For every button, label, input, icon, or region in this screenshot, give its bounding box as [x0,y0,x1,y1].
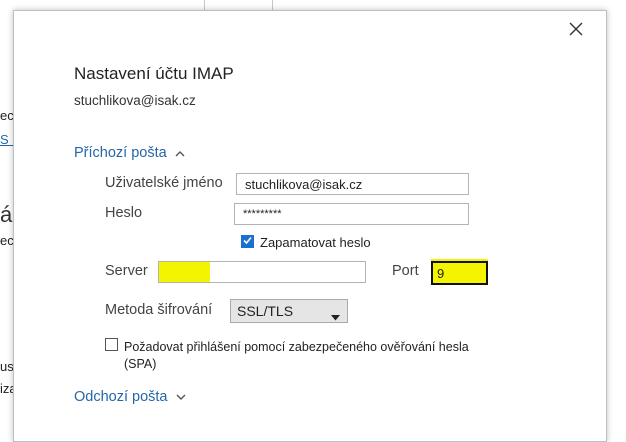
background-divider [204,0,205,10]
password-label: Heslo [105,205,143,221]
caret-down-icon [331,308,340,324]
account-email: stuchlikova@isak.cz [74,93,196,108]
spa-label-line2: (SPA) [124,357,157,371]
outgoing-mail-label: Odchozí pošta [74,389,168,405]
spa-label-line1: Požadovat přihlášení pomocí zabezpečenéh… [124,340,469,354]
chevron-down-icon [176,389,186,405]
checkmark-icon [242,233,253,251]
server-highlight [159,262,210,282]
encryption-method-value: SSL/TLS [237,303,294,319]
password-input[interactable] [234,203,469,225]
encryption-method-label: Metoda šifrování [105,302,213,318]
outgoing-mail-header[interactable]: Odchozí pošta [74,389,186,405]
remember-password-label: Zapamatovat heslo [260,235,371,250]
dialog-title: Nastavení účtu IMAP [74,64,234,83]
username-label: Uživatelské jméno [105,175,223,191]
incoming-mail-header[interactable]: Příchozí pošta [74,145,185,161]
chevron-up-icon [175,145,185,161]
background-divider [272,0,273,10]
imap-settings-dialog: Nastavení účtu IMAP stuchlikova@isak.cz … [13,10,607,442]
port-label: Port [392,263,419,279]
spa-checkbox[interactable] [105,338,118,351]
encryption-method-select[interactable]: SSL/TLS [230,299,348,323]
incoming-mail-label: Příchozí pošta [74,145,167,161]
port-input[interactable] [431,261,488,285]
spa-label: Požadovat přihlášení pomocí zabezpečenéh… [124,339,469,373]
server-label: Server [105,263,148,279]
close-button[interactable] [564,19,588,43]
close-icon [569,22,583,41]
remember-password-checkbox[interactable] [241,235,254,248]
username-input[interactable] [236,173,469,195]
